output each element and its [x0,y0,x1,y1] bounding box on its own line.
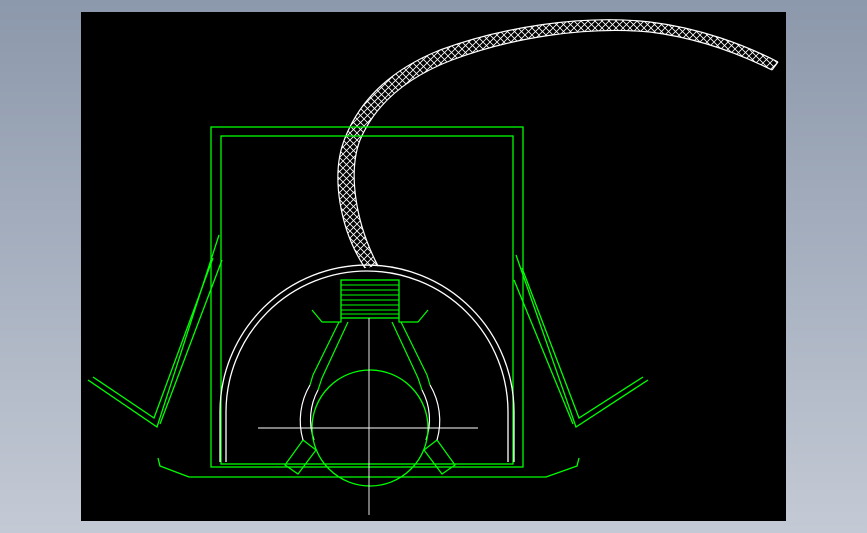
left-wing-outer [87,234,220,429]
clamp-ring [299,384,441,441]
left-wing-plate [87,234,223,429]
clamp-arms [284,321,456,475]
flexible-conduit [337,19,779,269]
housing-frame [210,126,524,468]
coil-bracket-left [311,309,342,323]
cad-drawing [87,19,779,515]
left-clamp-foot [284,439,317,475]
right-clamp-foot [423,439,456,475]
right-wing-outer [515,254,649,428]
left-wing-inner [92,257,214,420]
cad-window [0,0,867,533]
coil-bracket-right [398,309,429,323]
conduit-hatch-fill [337,19,778,268]
right-wing-plate [513,254,649,428]
right-clamp-arm [400,321,431,386]
housing-outer-rect [210,126,524,468]
left-wing-diagonal [159,259,223,425]
clamp-ring-left-outer [299,384,311,441]
conduit-outer-edge [337,19,779,269]
clamp-ring-right-outer [429,384,441,441]
left-clamp-arm [309,321,340,386]
coil-rect [340,279,400,319]
coil-block [311,279,429,323]
